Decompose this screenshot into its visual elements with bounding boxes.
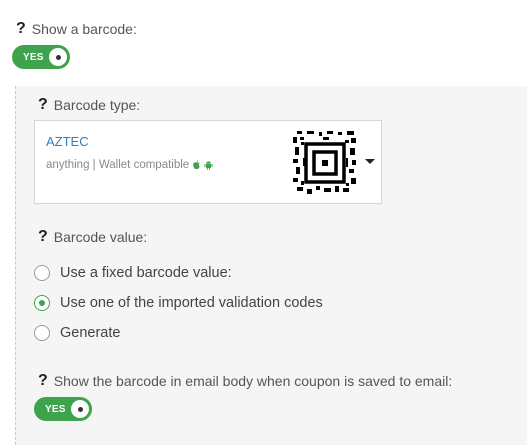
barcode-type-select[interactable]: AZTEC anything | Wallet compatible — [34, 120, 382, 204]
email-body-label: Show the barcode in email body when coup… — [53, 373, 453, 389]
toggle-label: YES — [45, 403, 66, 415]
toggle-knob — [71, 400, 89, 418]
barcode-type-label: Barcode type: — [53, 97, 141, 113]
barcode-value-label: Barcode value: — [53, 229, 148, 245]
barcode-type-description: anything | Wallet compatible — [46, 159, 213, 171]
radio-label: Use one of the imported validation codes — [60, 295, 323, 311]
radio-button[interactable] — [34, 295, 50, 311]
toggle-label: YES — [23, 51, 44, 63]
radio-generate[interactable]: Generate — [34, 325, 120, 341]
android-icon — [204, 161, 213, 170]
show-barcode-row: ? Show a barcode: — [16, 20, 137, 38]
barcode-type-name: AZTEC — [46, 134, 89, 149]
toggle-knob — [49, 48, 67, 66]
email-body-row: ? Show the barcode in email body when co… — [38, 372, 452, 390]
radio-label: Use a fixed barcode value: — [60, 265, 232, 281]
help-icon[interactable]: ? — [16, 20, 26, 38]
email-body-toggle[interactable]: YES — [34, 397, 92, 421]
apple-icon — [193, 160, 200, 170]
help-icon[interactable]: ? — [38, 228, 48, 246]
show-barcode-label: Show a barcode: — [31, 21, 137, 37]
radio-button[interactable] — [34, 265, 50, 281]
barcode-value-row: ? Barcode value: — [38, 228, 147, 246]
help-icon[interactable]: ? — [38, 96, 48, 114]
radio-fixed-value[interactable]: Use a fixed barcode value: — [34, 265, 232, 281]
aztec-barcode-preview — [293, 131, 357, 195]
help-icon[interactable]: ? — [38, 372, 48, 390]
barcode-type-row: ? Barcode type: — [38, 96, 140, 114]
radio-button[interactable] — [34, 325, 50, 341]
radio-label: Generate — [60, 325, 121, 341]
chevron-down-icon[interactable] — [365, 159, 375, 164]
show-barcode-toggle[interactable]: YES — [12, 45, 70, 69]
radio-imported-codes[interactable]: Use one of the imported validation codes — [34, 295, 323, 311]
